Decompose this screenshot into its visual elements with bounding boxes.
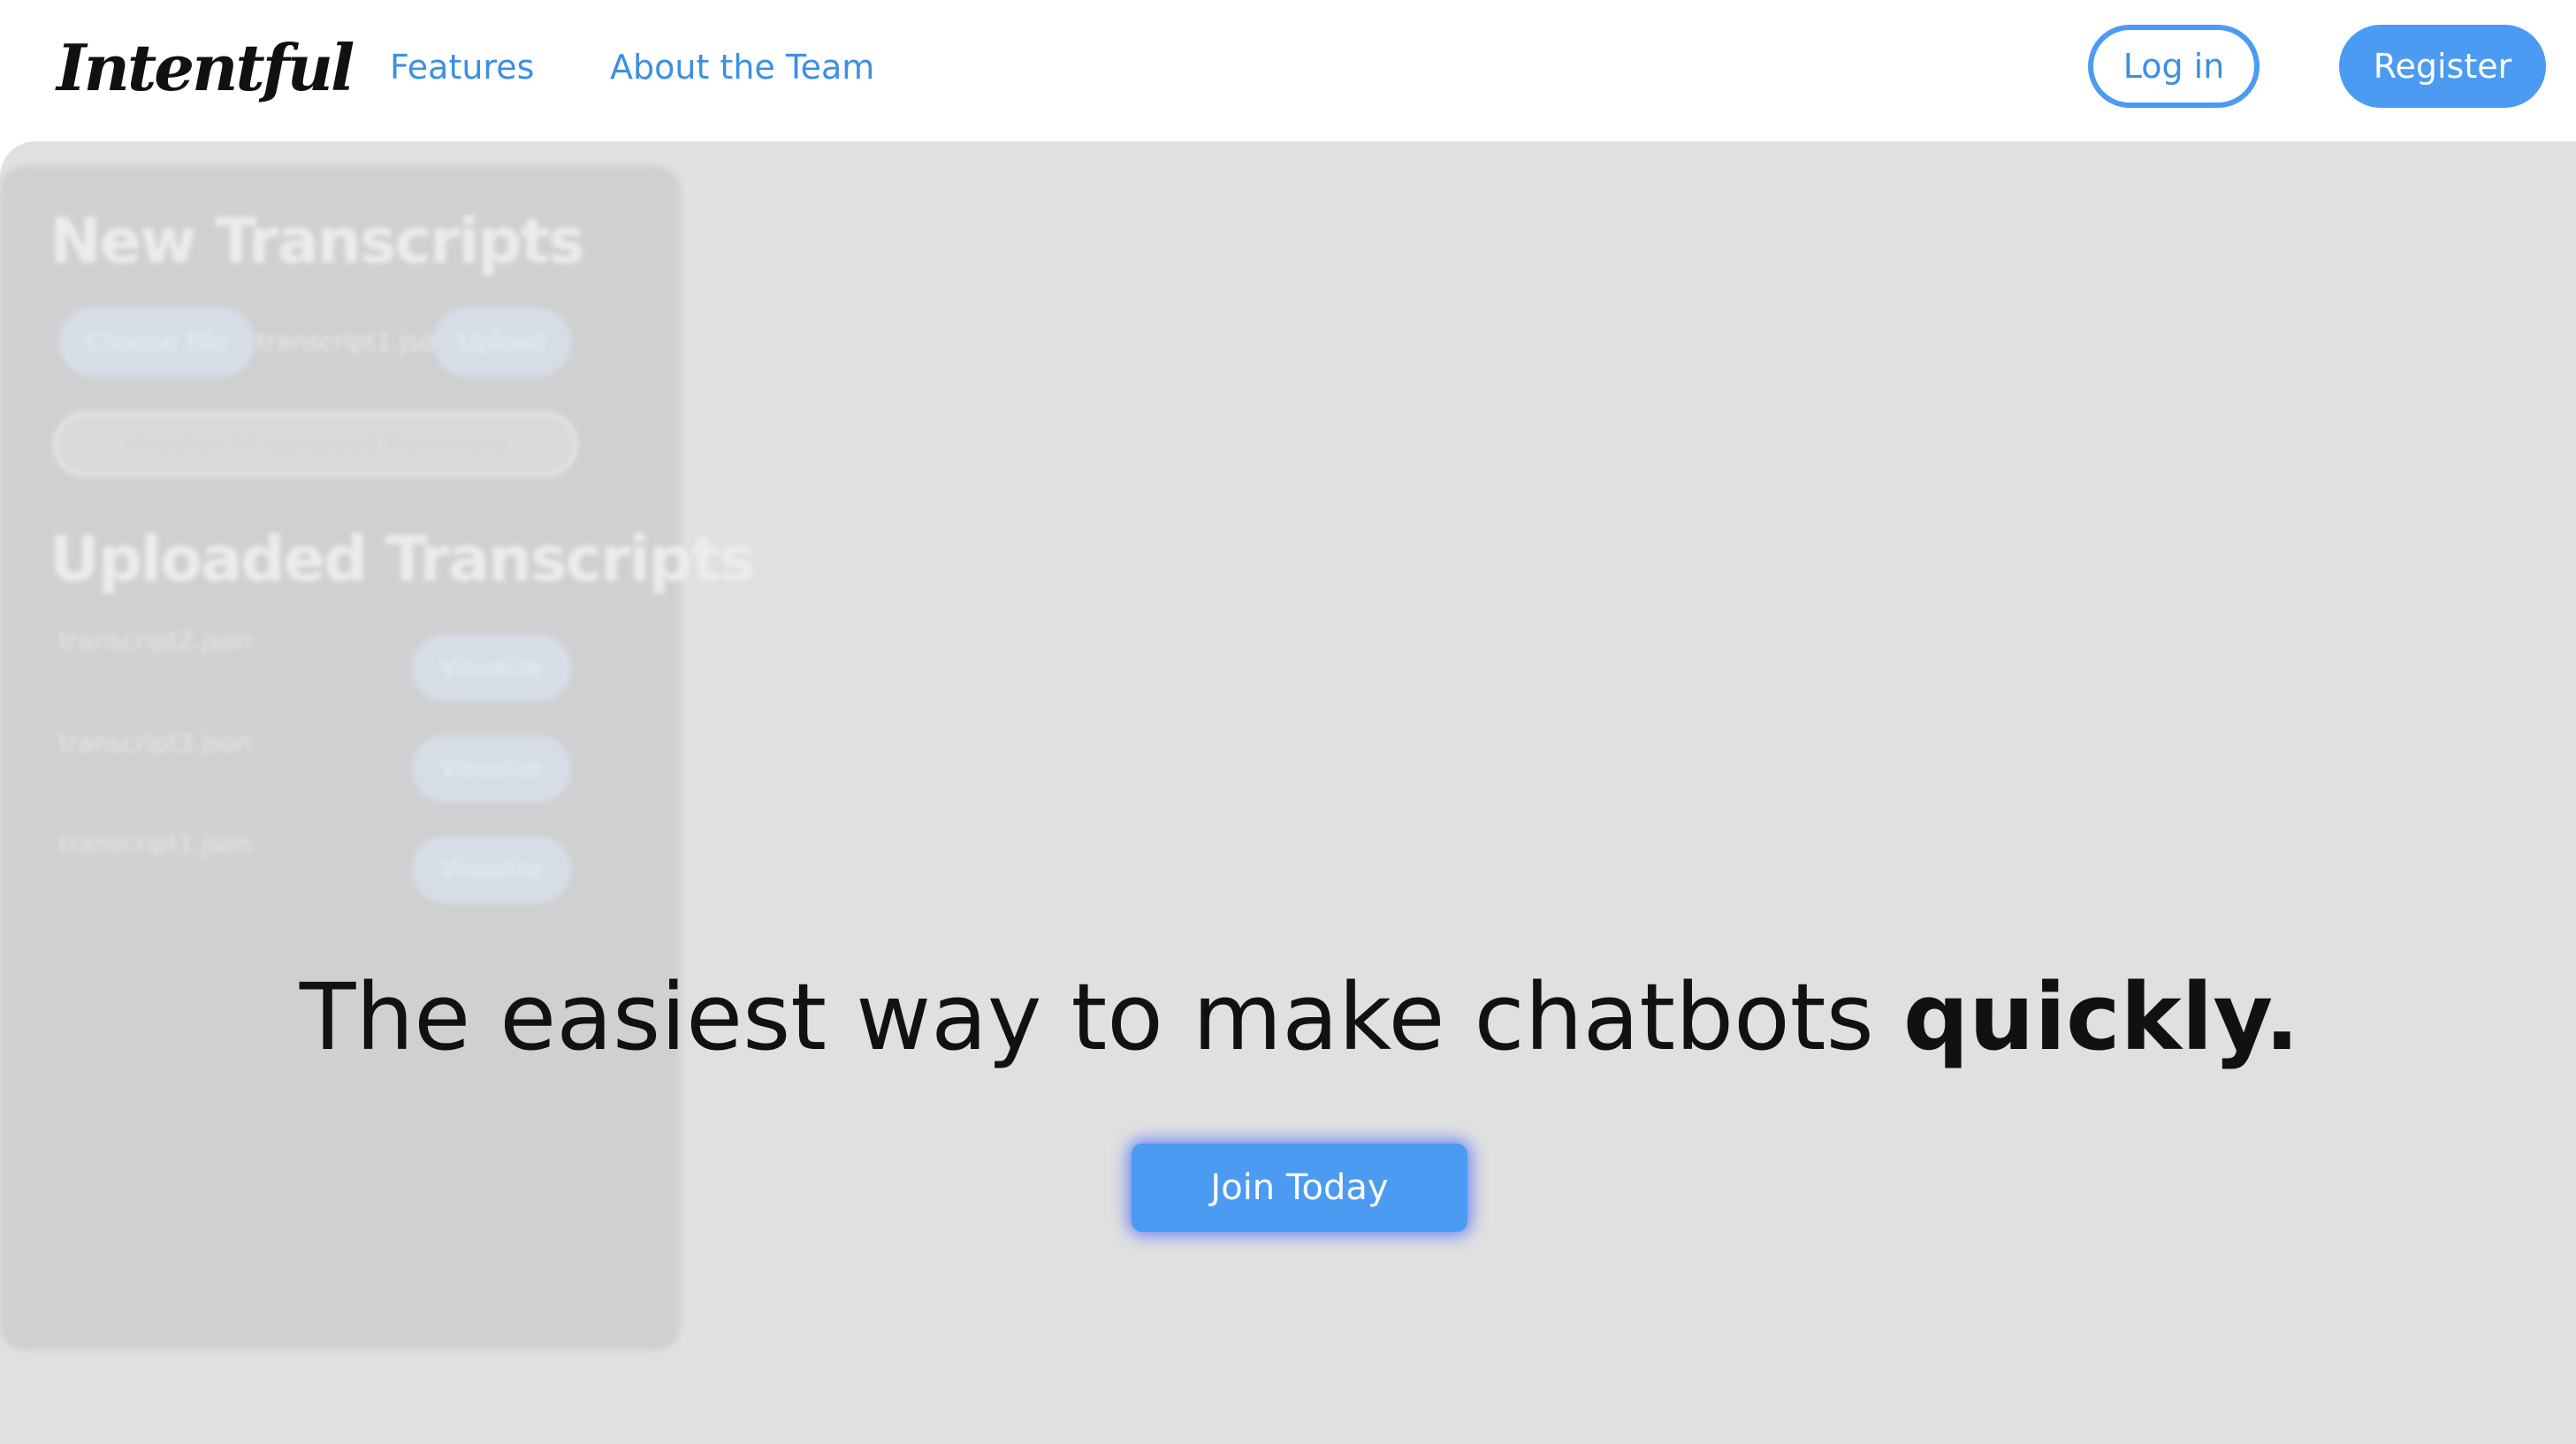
register-button[interactable]: Register <box>2339 25 2546 108</box>
hero-headline-emphasis: quickly. <box>1902 963 2300 1071</box>
app-preview-panel: New Transcripts Choose File transcript1.… <box>0 166 756 1350</box>
hero-section: New Transcripts Choose File transcript1.… <box>0 141 2576 1444</box>
preview-transcript-name: transcript2.json <box>58 626 253 655</box>
hero-headline-main: The easiest way to make chatbots <box>299 963 1903 1071</box>
preview-upload-button: Upload <box>433 308 571 376</box>
hero-headline: The easiest way to make chatbots quickly… <box>0 960 2576 1075</box>
preview-visualize-button: Visualize <box>412 836 571 903</box>
top-navbar: Intentful Features About the Team Log in… <box>0 0 2576 141</box>
preview-transcript-name: transcript1.json <box>58 829 253 858</box>
nav-link-about-team[interactable]: About the Team <box>610 42 874 92</box>
preview-transcript-name: transcript3.json <box>58 728 253 757</box>
preview-new-transcripts-heading: New Transcripts <box>50 205 585 277</box>
preview-choose-file-button: Choose File <box>58 308 255 376</box>
preview-selected-file: transcript1.json <box>256 327 451 356</box>
preview-visualize-button: Visualize <box>412 635 571 702</box>
preview-visualize-all-button: Visualize All Uploaded Transcripts <box>53 412 578 477</box>
preview-uploaded-transcripts-heading: Uploaded Transcripts <box>50 523 756 596</box>
preview-visualize-button: Visualize <box>412 735 571 802</box>
nav-link-features[interactable]: Features <box>390 42 534 92</box>
logo[interactable]: Intentful <box>57 19 354 117</box>
join-today-button[interactable]: Join Today <box>1132 1144 1467 1232</box>
login-button[interactable]: Log in <box>2088 25 2260 108</box>
